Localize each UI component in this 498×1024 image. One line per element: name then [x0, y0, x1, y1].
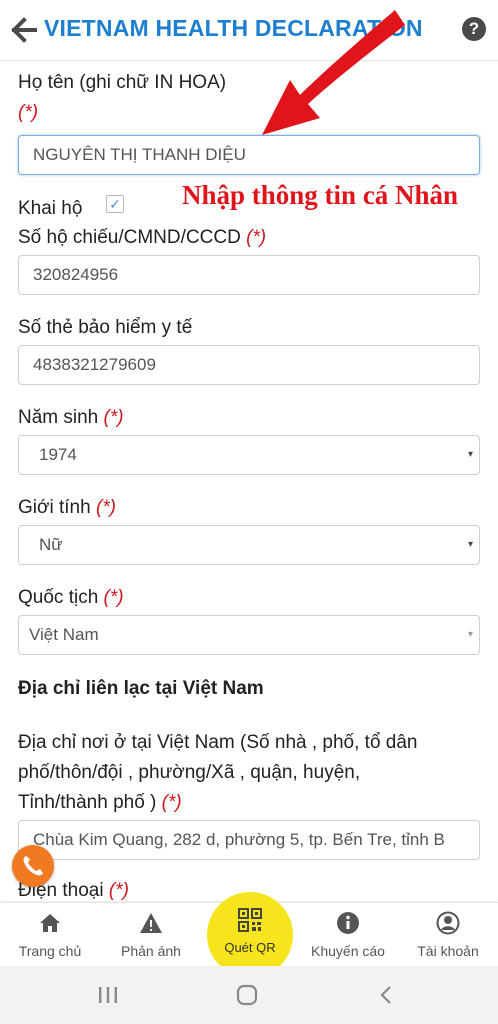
birth-year-select[interactable]: 1974 ▾	[18, 435, 480, 475]
fullname-input[interactable]: NGUYÊN THỊ THANH DIỆU	[18, 135, 480, 175]
gender-select[interactable]: Nữ ▾	[18, 525, 480, 565]
address-input[interactable]: Chùa Kim Quang, 282 d, phường 5, tp. Bến…	[18, 820, 480, 860]
home-icon	[40, 914, 60, 932]
nav-item-account[interactable]: Tài khoản	[403, 903, 493, 967]
nav-label: Quét QR	[224, 940, 276, 955]
gender-label: Giới tính (*)	[18, 497, 116, 518]
nationality-select[interactable]: Việt Nam ▾	[18, 615, 480, 655]
address-label-line1: Địa chỉ nơi ở tại Việt Nam (Số nhà , phố…	[18, 732, 418, 753]
app-header: VIETNAM HEALTH DECLARATION ?	[0, 0, 498, 61]
call-button[interactable]	[12, 845, 54, 887]
qr-code-icon	[238, 908, 262, 932]
gender-value: Nữ	[39, 535, 63, 554]
nav-label: Khuyến cáo	[311, 943, 385, 959]
chevron-down-icon: ▾	[467, 629, 473, 640]
account-icon	[436, 911, 460, 935]
home-circle-icon[interactable]	[236, 984, 258, 1006]
recents-icon[interactable]	[97, 986, 119, 1004]
nav-label: Trang chủ	[18, 943, 82, 959]
fullname-label: Họ tên (ghi chữ IN HOA)	[18, 72, 227, 93]
id-number-input[interactable]: 320824956	[18, 255, 480, 295]
nav-item-report[interactable]: Phản ánh	[106, 903, 196, 967]
nav-item-advice[interactable]: Khuyến cáo	[303, 903, 393, 967]
nationality-value: Việt Nam	[29, 625, 99, 644]
warning-icon	[140, 913, 162, 933]
info-icon	[337, 912, 359, 934]
birth-year-required-mark: (*)	[103, 407, 124, 428]
contact-section-title: Địa chỉ liên lạc tại Việt Nam	[18, 678, 264, 699]
back-arrow-icon[interactable]	[10, 16, 38, 44]
nationality-required-mark: (*)	[103, 587, 124, 608]
phone-required-mark: (*)	[108, 880, 129, 901]
annotation-text: Nhập thông tin cá Nhân	[182, 180, 459, 210]
fullname-required-mark: (*)	[18, 102, 39, 123]
insurance-label: Số thẻ bảo hiểm y tế	[18, 317, 193, 338]
id-number-label: Số hộ chiếu/CMND/CCCD (*)	[18, 227, 267, 248]
page-title: VIETNAM HEALTH DECLARATION	[44, 15, 423, 41]
address-required-mark: (*)	[161, 792, 182, 813]
on-behalf-checkbox[interactable]: ✓	[106, 195, 124, 213]
system-navigation-bar	[0, 966, 498, 1024]
help-icon[interactable]: ?	[462, 17, 486, 41]
nav-item-home[interactable]: Trang chủ	[5, 903, 95, 967]
nav-label: Phản ánh	[121, 943, 181, 959]
chevron-down-icon: ▾	[467, 539, 473, 550]
address-label-line2: phố/thôn/đội , phường/Xã , quận, huyện,	[18, 762, 361, 783]
nav-label: Tài khoản	[417, 943, 479, 959]
on-behalf-label: Khai hộ	[18, 198, 83, 219]
nationality-label: Quốc tịch (*)	[18, 587, 124, 608]
birth-year-label: Năm sinh (*)	[18, 407, 124, 428]
chevron-down-icon: ▾	[467, 449, 473, 460]
birth-year-value: 1974	[39, 445, 77, 464]
system-back-icon[interactable]	[378, 985, 394, 1005]
insurance-input[interactable]: 4838321279609	[18, 345, 480, 385]
gender-required-mark: (*)	[95, 497, 116, 518]
address-label-line3: Tỉnh/thành phố ) (*)	[18, 792, 182, 813]
id-number-required-mark: (*)	[246, 227, 267, 248]
phone-icon	[23, 856, 43, 876]
